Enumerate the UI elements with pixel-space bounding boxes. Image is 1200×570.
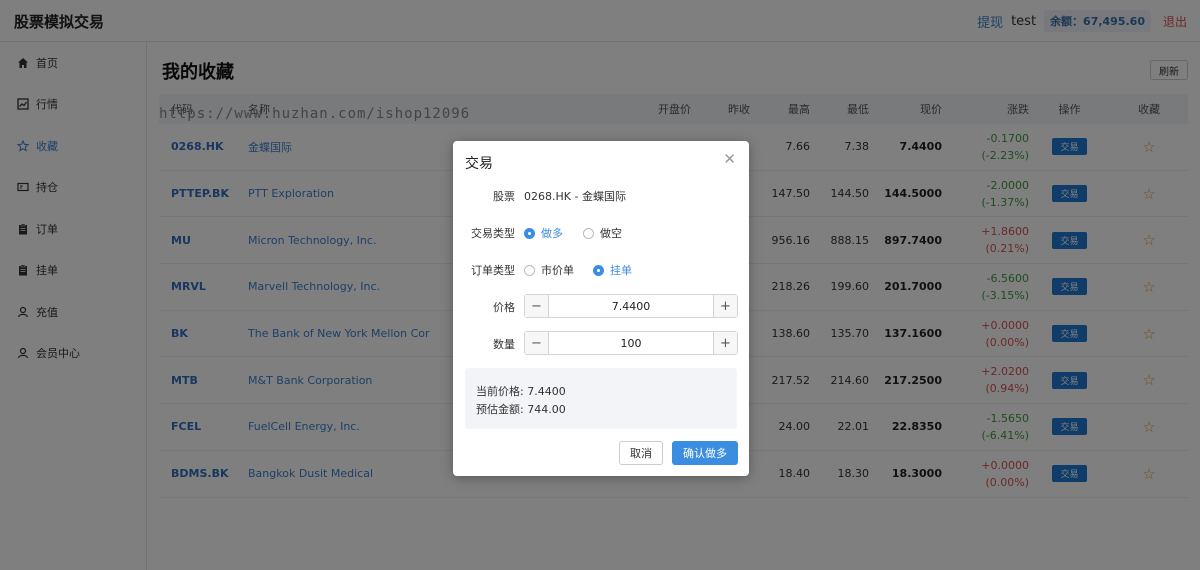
price-stepper: − + (524, 294, 738, 318)
price-decrement-button[interactable]: − (525, 295, 549, 317)
price-input[interactable] (549, 295, 713, 317)
order-market-label: 市价单 (541, 264, 574, 277)
current-price-text: 当前价格: 7.4400 (476, 385, 566, 398)
qty-stepper: − + (524, 331, 738, 355)
order-market-radio[interactable]: 市价单 (524, 262, 574, 278)
trade-long-radio[interactable]: 做多 (524, 225, 563, 241)
order-limit-radio[interactable]: 挂单 (593, 262, 632, 278)
trade-short-label: 做空 (600, 227, 622, 240)
radio-unchecked-icon (583, 227, 594, 239)
qty-input[interactable] (549, 332, 713, 354)
price-increment-button[interactable]: + (713, 295, 737, 317)
radio-checked-icon (593, 264, 604, 276)
stock-value: 0268.HK - 金蝶国际 (524, 190, 626, 203)
dialog-title: 交易 (465, 156, 493, 172)
trade-dialog: 交易 ✕ 股票 0268.HK - 金蝶国际 交易类型 做多 做空 订单类型 市… (453, 141, 749, 476)
confirm-long-button[interactable]: 确认做多 (672, 441, 738, 465)
trade-long-label: 做多 (541, 227, 563, 240)
qty-label: 数量 (493, 338, 515, 351)
radio-unchecked-icon (524, 264, 535, 276)
trade-type-label: 交易类型 (471, 227, 515, 240)
price-label: 价格 (493, 301, 515, 314)
order-type-label: 订单类型 (471, 264, 515, 277)
estimated-amount-text: 预估金额: 744.00 (476, 403, 566, 416)
cancel-button[interactable]: 取消 (619, 441, 663, 465)
trade-short-radio[interactable]: 做空 (583, 225, 622, 241)
order-limit-label: 挂单 (610, 264, 632, 277)
qty-increment-button[interactable]: + (713, 332, 737, 354)
order-summary: 当前价格: 7.4400 预估金额: 744.00 (465, 368, 737, 429)
close-icon[interactable]: ✕ (723, 150, 736, 168)
stock-label: 股票 (493, 190, 515, 203)
radio-checked-icon (524, 227, 535, 239)
qty-decrement-button[interactable]: − (525, 332, 549, 354)
